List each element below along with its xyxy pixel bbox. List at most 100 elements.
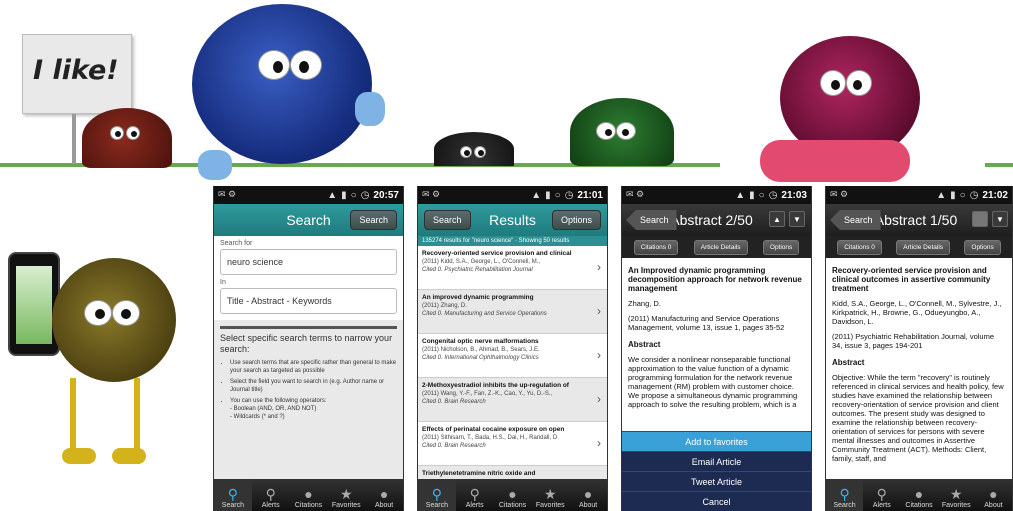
tab-alerts[interactable]: ⚲ Alerts	[252, 479, 290, 511]
battery-icon: ○	[554, 189, 561, 201]
search-icon: ⚲	[839, 486, 850, 502]
abstract-heading: Abstract	[628, 340, 661, 349]
tab-about[interactable]: ● About	[569, 479, 607, 511]
star-icon: ★	[544, 486, 557, 502]
tab-about[interactable]: ● About	[975, 479, 1012, 511]
result-authors: (2011) Sithisarn, T., Bada, H.S., Dai, H…	[422, 435, 558, 441]
status-time: 21:03	[781, 189, 807, 201]
result-authors: (2011) Wang, Y.-F., Fan, Z.-K., Cao, Y.,…	[422, 391, 553, 397]
notification-icons: ✉ ⚙	[218, 189, 237, 199]
article-details-button[interactable]: Article Details	[896, 239, 951, 255]
tab-about[interactable]: ● About	[365, 479, 403, 511]
citations-button[interactable]: Citations 0	[633, 239, 679, 255]
tab-label: Favorites	[535, 502, 565, 509]
alerts-icon: ⚲	[469, 486, 480, 502]
help-title: Select specific search terms to narrow y…	[220, 326, 397, 355]
previous-arrow-icon[interactable]: ▲	[972, 211, 988, 227]
shelf-right	[985, 163, 1013, 167]
battery-icon: ○	[959, 189, 966, 201]
tab-favorites[interactable]: ★ Favorites	[531, 479, 569, 511]
tab-citations[interactable]: ● Citations	[290, 479, 328, 511]
tab-citations[interactable]: ● Citations	[494, 479, 532, 511]
tab-label: Search	[425, 502, 448, 509]
green-furball-character	[570, 98, 674, 166]
status-time: 21:01	[577, 189, 603, 201]
search-field-select[interactable]: Title - Abstract - Keywords	[220, 288, 397, 314]
result-item[interactable]: Recovery-oriented service provision and …	[418, 246, 607, 290]
tab-label: Citations	[294, 502, 323, 509]
options-button[interactable]: Options	[762, 239, 800, 255]
citations-button[interactable]: Citations 0	[837, 239, 882, 255]
wifi-icon: ▲	[327, 189, 338, 201]
status-bar: ✉ ⚙ ▲ ▮ ○ ◷ 21:02	[826, 186, 1012, 204]
paper-authors: Kidd, S.A., George, L., O'Connell, M., S…	[832, 299, 1002, 326]
signal-icon: ▮	[749, 189, 755, 201]
next-arrow-icon[interactable]: ▼	[789, 211, 805, 227]
search-button[interactable]: Search	[350, 210, 397, 230]
article-details-button[interactable]: Article Details	[693, 239, 748, 255]
about-icon: ●	[989, 486, 998, 502]
result-title: Triethylenetetramine nitric oxide and	[422, 470, 536, 477]
options-button[interactable]: Options	[551, 210, 601, 230]
help-sub-item: - Boolean (AND, OR, AND NOT)	[230, 406, 317, 412]
tab-favorites[interactable]: ★ Favorites	[938, 479, 975, 511]
back-to-search-button[interactable]: Search	[424, 210, 471, 230]
tab-favorites[interactable]: ★ Favorites	[327, 479, 365, 511]
olive-character-shoe-left	[62, 448, 96, 464]
result-item[interactable]: Effects of perinatal cocaine exposure on…	[418, 422, 607, 466]
cancel-button[interactable]: Cancel	[622, 491, 811, 511]
search-input[interactable]: neuro science	[220, 249, 397, 275]
back-to-search-button[interactable]: Search	[830, 210, 881, 230]
email-article-button[interactable]: Email Article	[622, 451, 811, 471]
clock-icon: ◷	[969, 189, 979, 201]
tab-alerts[interactable]: ⚲ Alerts	[863, 479, 900, 511]
citations-icon: ●	[914, 486, 924, 502]
battery-icon: ○	[350, 189, 357, 201]
tab-label: Search	[833, 502, 856, 509]
result-item[interactable]: 2-Methoxyestradiol inhibits the up-regul…	[418, 378, 607, 422]
chevron-right-icon: ›	[597, 348, 601, 362]
abstract-screen-1: ✉ ⚙ ▲ ▮ ○ ◷ 21:02 Search Abstract 1/50 ▲…	[825, 186, 1013, 511]
previous-arrow-icon[interactable]: ▲	[769, 211, 785, 227]
citations-icon: ●	[508, 486, 517, 502]
notification-icons: ✉ ⚙	[626, 189, 645, 199]
abstract-toolbar: Citations 0 Article Details Options	[826, 236, 1012, 258]
tab-label: Favorites	[941, 502, 971, 509]
results-titlebar: Search Results Options	[418, 204, 607, 236]
result-item[interactable]: An improved dynamic programming (2011) Z…	[418, 290, 607, 334]
tab-bar: ⚲ Search ⚲ Alerts ● Citations ★ Favorites ● A…	[418, 479, 607, 511]
search-titlebar: Search Search	[214, 204, 403, 236]
chevron-right-icon: ›	[597, 260, 601, 274]
tab-search[interactable]: ⚲ Search	[214, 479, 252, 511]
page-title: Abstract 1/50	[874, 212, 958, 228]
result-citation: Cited 0. Psychiatric Rehabilitation Jour…	[422, 267, 533, 273]
result-item[interactable]: Congenital optic nerve malformations (20…	[418, 334, 607, 378]
result-citation: Cited 0. Brain Research	[422, 399, 486, 405]
abstract-body: An Improved dynamic programming decompos…	[622, 258, 811, 415]
options-button[interactable]: Options	[964, 239, 1001, 255]
about-icon: ●	[379, 486, 389, 502]
tab-citations[interactable]: ● Citations	[900, 479, 937, 511]
tab-search[interactable]: ⚲ Search	[826, 479, 864, 511]
alerts-icon: ⚲	[265, 486, 276, 502]
result-title: An improved dynamic programming	[422, 294, 534, 301]
result-citation: Cited 0. Manufacturing and Service Opera…	[422, 311, 547, 317]
in-label: In	[220, 279, 226, 286]
help-item: Select the field you want to search in (…	[230, 378, 397, 394]
add-to-favorites-button[interactable]: Add to favorites	[622, 431, 811, 451]
tab-label: Alerts	[261, 502, 280, 509]
page-title: Results	[489, 212, 536, 228]
back-to-search-button[interactable]: Search	[626, 210, 677, 230]
blue-furball-character	[192, 4, 372, 164]
help-item: Use search terms that are specific rathe…	[230, 359, 397, 375]
status-bar: ✉ ⚙ ▲ ▮ ○ ◷ 21:01	[418, 186, 607, 204]
tweet-article-button[interactable]: Tweet Article	[622, 471, 811, 491]
promo-stage: I like! ✉ ⚙ ▲ ▮ ○ ◷ 20:57 Search Search …	[0, 0, 1013, 511]
tab-alerts[interactable]: ⚲ Alerts	[456, 479, 494, 511]
blue-character-hand	[355, 92, 385, 126]
alerts-icon: ⚲	[876, 486, 887, 502]
next-arrow-icon[interactable]: ▼	[992, 211, 1008, 227]
results-screen: ✉ ⚙ ▲ ▮ ○ ◷ 21:01 Search Results Options…	[417, 186, 608, 511]
signal-icon: ▮	[341, 189, 347, 201]
tab-search[interactable]: ⚲ Search	[418, 479, 456, 511]
